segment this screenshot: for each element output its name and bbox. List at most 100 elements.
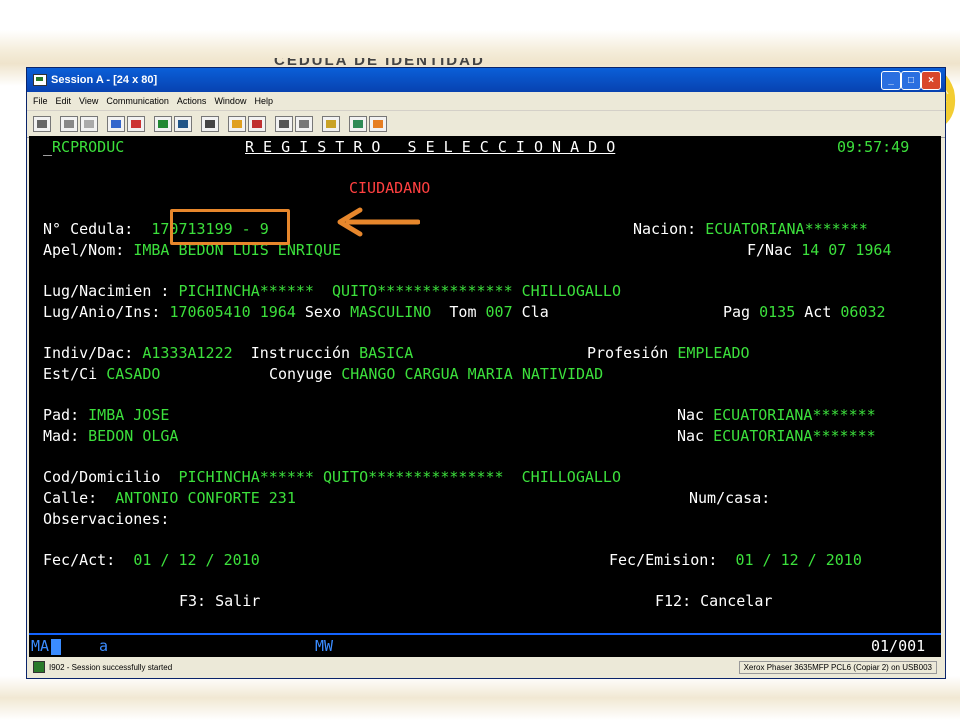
terminal-screen[interactable]: _RCPRODUC R E G I S T R O S E L E C C I … <box>29 136 941 657</box>
window-title: Session A - [24 x 80] <box>51 74 158 86</box>
pad-value: IMBA JOSE <box>88 406 170 424</box>
calle-row: Calle: ANTONIO CONFORTE 231 <box>43 489 296 507</box>
f3-salir-key[interactable]: F3: Salir <box>179 592 260 610</box>
calle-label: Calle: <box>43 489 98 507</box>
f12-label: Cancelar <box>700 592 773 610</box>
mad-nac-value: ECUATORIANA******* <box>713 427 876 445</box>
macro-icon[interactable] <box>201 116 219 132</box>
cod-domicilio-parish: CHILLOGALLO <box>521 468 621 486</box>
est-ci-value: CASADO <box>106 365 161 383</box>
lug-nacimien-canton: QUITO*************** <box>332 282 513 300</box>
maximize-button[interactable]: □ <box>901 71 921 90</box>
est-ci-row: Est/Ci CASADO <box>43 365 160 383</box>
notes-icon[interactable] <box>322 116 340 132</box>
lug-anio-ins-value: 170605410 1964 <box>169 303 296 321</box>
observaciones-label: Observaciones: <box>43 510 170 528</box>
print-screen-icon[interactable] <box>33 116 51 132</box>
f-nac-label: F/Nac <box>747 241 793 259</box>
cod-domicilio-row: Cod/Domicilio PICHINCHA****** QUITO*****… <box>43 468 621 486</box>
indiv-dac-value: A1333A1222 <box>142 344 233 362</box>
send-file-icon[interactable] <box>107 116 125 132</box>
f3-label: Salir <box>215 592 261 610</box>
pad-label: Pad: <box>43 406 80 424</box>
mad-label: Mad: <box>43 427 80 445</box>
cod-domicilio-province: PICHINCHA****** <box>178 468 314 486</box>
nacion-label: Nacion: <box>633 220 697 238</box>
menu-communication[interactable]: Communication <box>106 96 169 106</box>
indiv-dac-label: Indiv/Dac: <box>43 344 134 362</box>
fec-act-row: Fec/Act: 01 / 12 / 2010 <box>43 551 260 569</box>
oia-ma: MA <box>31 637 50 655</box>
tom-value: 007 <box>485 303 513 321</box>
mad-row: Mad: BEDON OLGA <box>43 427 178 445</box>
receive-file-icon[interactable] <box>127 116 145 132</box>
slide-footer-band <box>0 676 960 720</box>
pag-label: Pag <box>723 303 751 321</box>
menu-window[interactable]: Window <box>214 96 246 106</box>
menu-edit[interactable]: Edit <box>56 96 72 106</box>
sexo-value: MASCULINO <box>350 303 432 321</box>
tom-label: Tom <box>449 303 477 321</box>
act-label: Act <box>804 303 832 321</box>
lug-anio-ins-row: Lug/Anio/Ins: 170605410 1964 Sexo MASCUL… <box>43 303 549 321</box>
globe-icon[interactable] <box>349 116 367 132</box>
profesion-value: EMPLEADO <box>677 344 750 362</box>
lug-nacimien-parish: CHILLOGALLO <box>521 282 621 300</box>
conyuge-label: Conyuge <box>269 365 333 383</box>
pointer-arrow-icon <box>337 207 420 237</box>
edit-icon[interactable] <box>369 116 387 132</box>
paste-icon[interactable] <box>80 116 98 132</box>
lug-anio-ins-label: Lug/Anio/Ins: <box>43 303 161 321</box>
screen-title: R E G I S T R O S E L E C C I O N A D O <box>245 138 616 156</box>
cod-domicilio-label: Cod/Domicilio <box>43 468 161 486</box>
menu-help[interactable]: Help <box>254 96 273 106</box>
cursor-block <box>51 638 62 655</box>
program-name: RCPRODUC <box>52 138 125 156</box>
stop-macro-icon[interactable] <box>248 116 266 132</box>
play-macro-icon[interactable] <box>275 116 293 132</box>
keyboard-map-icon[interactable] <box>174 116 192 132</box>
session-window: Session A - [24 x 80] _ □ × File Edit Vi… <box>26 67 946 679</box>
header-row: _RCPRODUC <box>43 138 125 156</box>
window-titlebar[interactable]: Session A - [24 x 80] _ □ × <box>27 68 945 92</box>
oia-mw: MW <box>315 637 334 655</box>
toolbar <box>27 110 945 138</box>
est-ci-label: Est/Ci <box>43 365 98 383</box>
cla-label: Cla <box>521 303 549 321</box>
settings-icon[interactable] <box>295 116 313 132</box>
record-macro-icon[interactable] <box>228 116 246 132</box>
printer-status: Xerox Phaser 3635MFP PCL6 (Copiar 2) on … <box>738 660 937 674</box>
pad-nac-value: ECUATORIANA******* <box>713 406 876 424</box>
num-casa-label: Num/casa: <box>689 489 771 507</box>
pad-nac-label: Nac <box>677 406 705 424</box>
app-icon <box>33 74 47 86</box>
fec-emision-label: Fec/Emision: <box>609 551 718 569</box>
copy-icon[interactable] <box>60 116 78 132</box>
fec-act-value: 01 / 12 / 2010 <box>133 551 260 569</box>
sexo-label: Sexo <box>304 303 342 321</box>
connection-icon <box>33 661 45 673</box>
indiv-dac-row: Indiv/Dac: A1333A1222 Instrucción BASICA <box>43 344 413 362</box>
mad-value: BEDON OLGA <box>88 427 179 445</box>
status-bar: I902 - Session successfully started Xero… <box>27 657 943 677</box>
pad-row: Pad: IMBA JOSE <box>43 406 169 424</box>
lug-nacimien-row: Lug/Nacimien : PICHINCHA****** QUITO****… <box>43 282 621 300</box>
fec-emision-value: 01 / 12 / 2010 <box>735 551 862 569</box>
close-button[interactable]: × <box>921 71 941 90</box>
cedula-highlight-box <box>170 209 290 245</box>
nacion-value: ECUATORIANA******* <box>705 220 868 238</box>
f12-cancelar-key[interactable]: F12: Cancelar <box>655 592 772 610</box>
menu-actions[interactable]: Actions <box>177 96 207 106</box>
status-message: I902 - Session successfully started <box>49 662 173 672</box>
operator-info-area: MA a MW 01/001 <box>29 633 941 657</box>
pag-value: 0135 <box>759 303 796 321</box>
oia-a: a <box>99 637 109 655</box>
display-icon[interactable] <box>154 116 172 132</box>
menu-view[interactable]: View <box>79 96 98 106</box>
apel-nom-label: Apel/Nom: <box>43 241 125 259</box>
conyuge-value: CHANGO CARGUA MARIA NATIVIDAD <box>341 365 604 383</box>
fec-act-label: Fec/Act: <box>43 551 116 569</box>
minimize-button[interactable]: _ <box>881 71 901 90</box>
menu-file[interactable]: File <box>33 96 48 106</box>
f-nac-value: 14 07 1964 <box>801 241 892 259</box>
